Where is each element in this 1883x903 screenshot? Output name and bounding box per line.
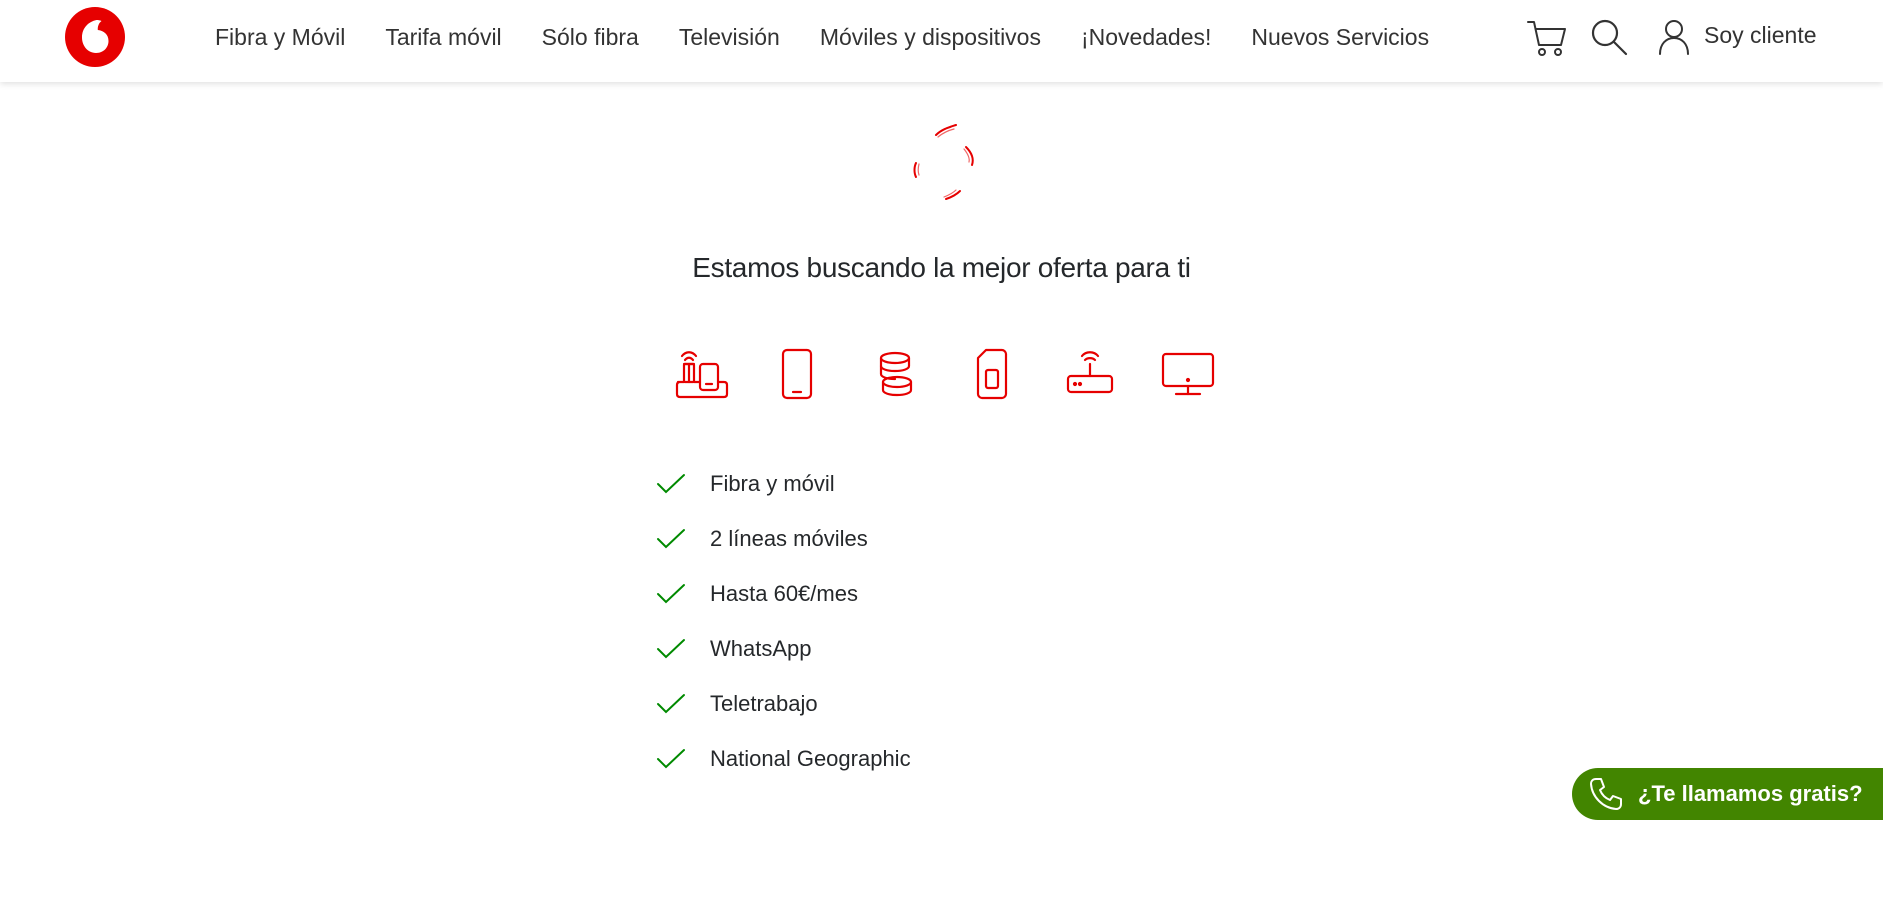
nav-tarifa-movil[interactable]: Tarifa móvil <box>385 24 501 51</box>
user-icon[interactable] <box>1658 19 1690 55</box>
list-item: Hasta 60€/mes <box>656 566 911 621</box>
fiber-phone-icon <box>675 351 729 399</box>
list-item: 2 líneas móviles <box>656 511 911 566</box>
coins-icon <box>879 351 913 397</box>
router-icon <box>1066 351 1114 394</box>
nav-nuevos-servicios[interactable]: Nuevos Servicios <box>1251 24 1429 51</box>
checklist-label: Teletrabajo <box>710 690 818 716</box>
list-item: Teletrabajo <box>656 676 911 731</box>
checklist-label: WhatsApp <box>710 635 812 661</box>
mobile-phone-icon <box>781 348 813 400</box>
check-icon <box>657 583 685 603</box>
nav-moviles-y-dispositivos[interactable]: Móviles y dispositivos <box>820 24 1041 51</box>
check-icon <box>657 528 685 548</box>
product-icons-row <box>0 344 1883 404</box>
main-nav: Fibra y Móvil Tarifa móvil Sólo fibra Te… <box>215 0 1429 75</box>
checklist-label: Hasta 60€/mes <box>710 580 858 606</box>
check-icon <box>657 748 685 768</box>
list-item: WhatsApp <box>656 621 911 676</box>
loading-spinner-icon <box>913 124 974 200</box>
callback-label: ¿Te llamamos gratis? <box>1638 781 1863 806</box>
nav-novedades[interactable]: ¡Novedades! <box>1081 24 1211 51</box>
sim-card-icon <box>976 348 1008 400</box>
cart-icon[interactable] <box>1526 18 1568 58</box>
check-icon <box>657 638 685 658</box>
search-icon[interactable] <box>1590 18 1628 56</box>
checklist-label: Fibra y móvil <box>710 470 835 496</box>
list-item: Fibra y móvil <box>656 456 911 511</box>
site-header: Fibra y Móvil Tarifa móvil Sólo fibra Te… <box>0 0 1883 82</box>
callback-button[interactable]: ¿Te llamamos gratis? <box>1572 768 1883 820</box>
nav-solo-fibra[interactable]: Sólo fibra <box>542 24 639 51</box>
checklist-label: National Geographic <box>710 745 911 771</box>
page-headline: Estamos buscando la mejor oferta para ti <box>692 252 1191 283</box>
vodafone-logo[interactable] <box>64 6 126 68</box>
phone-icon <box>1590 778 1622 810</box>
offer-checklist: Fibra y móvil 2 líneas móviles Hasta 60€… <box>656 456 911 786</box>
checklist-label: 2 líneas móviles <box>710 525 868 551</box>
check-icon <box>657 693 685 713</box>
account-link[interactable]: Soy cliente <box>1704 22 1817 49</box>
list-item: National Geographic <box>656 731 911 786</box>
nav-fibra-y-movil[interactable]: Fibra y Móvil <box>215 24 345 51</box>
tv-icon <box>1161 352 1215 396</box>
nav-television[interactable]: Televisión <box>679 24 780 51</box>
check-icon <box>657 473 685 493</box>
